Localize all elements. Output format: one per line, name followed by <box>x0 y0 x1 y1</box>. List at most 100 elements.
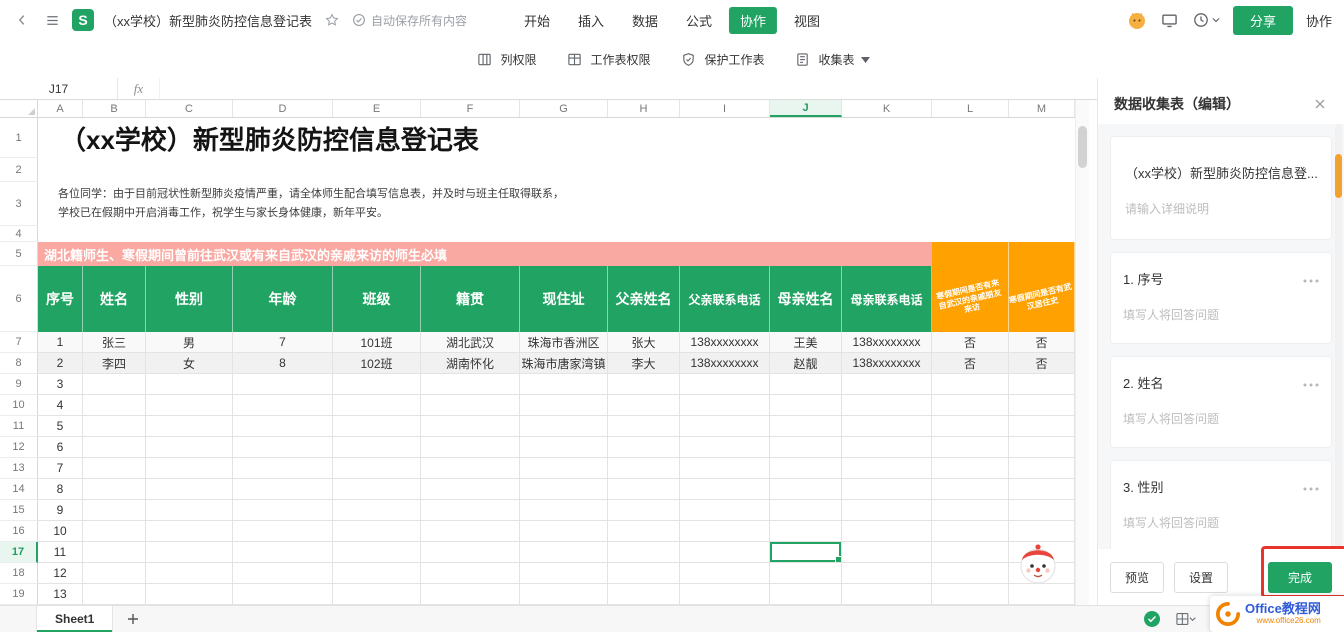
row-header-16[interactable]: 16 <box>0 521 38 542</box>
grid-cell[interactable] <box>520 395 608 416</box>
data-cell[interactable]: 1 <box>38 332 83 353</box>
grid-cell[interactable] <box>842 542 932 563</box>
data-cell[interactable]: 138xxxxxxxx <box>842 353 932 374</box>
data-cell[interactable]: 湖北武汉 <box>421 332 520 353</box>
grid-cell[interactable] <box>333 584 421 605</box>
column-header-J[interactable]: J <box>770 100 842 117</box>
grid-cell[interactable] <box>146 437 233 458</box>
grid-cell[interactable] <box>608 416 680 437</box>
menu-item-view[interactable]: 视图 <box>783 7 831 34</box>
more-options-icon[interactable] <box>1303 270 1319 288</box>
grid-cell[interactable] <box>520 542 608 563</box>
question-placeholder[interactable]: 填写人将回答问题 <box>1123 410 1319 427</box>
grid-cell[interactable] <box>770 500 842 521</box>
grid-cell[interactable] <box>1009 437 1075 458</box>
grid-cell[interactable] <box>333 416 421 437</box>
column-header-K[interactable]: K <box>842 100 932 117</box>
grid-cell[interactable]: 11 <box>38 542 83 563</box>
grid-cell[interactable] <box>233 416 333 437</box>
grid-cell[interactable] <box>1009 500 1075 521</box>
grid-cell[interactable] <box>608 458 680 479</box>
grid-cell[interactable] <box>421 458 520 479</box>
question-card[interactable]: 1. 序号填写人将回答问题 <box>1110 252 1332 344</box>
row-header-8[interactable]: 8 <box>0 353 38 374</box>
grid-cell[interactable] <box>333 563 421 584</box>
grid-cell[interactable] <box>83 479 146 500</box>
grid-cell[interactable]: 9 <box>38 500 83 521</box>
grid-cell[interactable] <box>520 479 608 500</box>
grid-cell[interactable] <box>83 437 146 458</box>
row-header-17[interactable]: 17 <box>0 542 38 563</box>
row-header-13[interactable]: 13 <box>0 458 38 479</box>
column-header-A[interactable]: A <box>38 100 83 117</box>
column-title-cell[interactable]: 母亲联系电话 <box>842 266 932 332</box>
grid-cell[interactable] <box>333 542 421 563</box>
grid-cell[interactable] <box>421 563 520 584</box>
column-header-G[interactable]: G <box>520 100 608 117</box>
grid-cell[interactable] <box>932 416 1009 437</box>
vertical-scrollbar[interactable] <box>1075 100 1089 605</box>
question-card[interactable]: 2. 姓名填写人将回答问题 <box>1110 356 1332 448</box>
spreadsheet-grid[interactable]: ABCDEFGHIJKLM 1（xx学校）新型肺炎防控信息登记表23各位同学：由… <box>0 100 1075 605</box>
data-cell[interactable]: 张三 <box>83 332 146 353</box>
close-icon[interactable] <box>1310 94 1330 114</box>
column-header-H[interactable]: H <box>608 100 680 117</box>
data-cell[interactable]: 否 <box>1009 332 1075 353</box>
grid-cell[interactable] <box>842 416 932 437</box>
grid-cell[interactable] <box>421 542 520 563</box>
grid-cell[interactable] <box>608 542 680 563</box>
column-title-cell[interactable]: 年龄 <box>233 266 333 332</box>
row-header-10[interactable]: 10 <box>0 395 38 416</box>
grid-cell[interactable] <box>770 458 842 479</box>
wps-logo[interactable]: S <box>72 9 94 31</box>
grid-cell[interactable]: 13 <box>38 584 83 605</box>
grid-cell[interactable] <box>83 521 146 542</box>
data-cell[interactable]: 102班 <box>333 353 421 374</box>
grid-cell[interactable] <box>520 437 608 458</box>
column-title-cell[interactable]: 性别 <box>146 266 233 332</box>
grid-cell[interactable] <box>421 416 520 437</box>
view-switcher-icon[interactable] <box>1176 609 1196 629</box>
grid-cell[interactable] <box>83 542 146 563</box>
banner-cell[interactable]: 湖北籍师生、寒假期间曾前往武汉或有来自武汉的亲戚来访的师生必填 <box>38 242 932 266</box>
collaborate-button[interactable]: 协作 <box>1306 11 1332 30</box>
grid-cell[interactable] <box>770 395 842 416</box>
data-cell[interactable]: 否 <box>932 332 1009 353</box>
grid-cell[interactable] <box>1009 458 1075 479</box>
row-header-11[interactable]: 11 <box>0 416 38 437</box>
grid-cell[interactable] <box>932 542 1009 563</box>
menu-item-home[interactable]: 开始 <box>513 7 561 34</box>
more-options-icon[interactable] <box>1303 478 1319 496</box>
grid-cell[interactable] <box>680 374 770 395</box>
menu-item-insert[interactable]: 插入 <box>567 7 615 34</box>
grid-cell[interactable] <box>680 437 770 458</box>
select-all-corner[interactable] <box>0 100 38 117</box>
grid-cell[interactable] <box>233 521 333 542</box>
grid-cell[interactable] <box>842 500 932 521</box>
grid-cell[interactable] <box>770 374 842 395</box>
grid-cell[interactable] <box>770 521 842 542</box>
grid-cell[interactable] <box>842 374 932 395</box>
grid-cell[interactable] <box>770 437 842 458</box>
grid-cell[interactable] <box>680 458 770 479</box>
grid-cell[interactable]: 5 <box>38 416 83 437</box>
notice-cell[interactable]: 各位同学：由于目前冠状性新型肺炎疫情严重，请全体师生配合填写信息表，并及时与班主… <box>38 182 1075 226</box>
data-cell[interactable]: 男 <box>146 332 233 353</box>
row-header-7[interactable]: 7 <box>0 332 38 353</box>
grid-cell[interactable] <box>421 395 520 416</box>
grid-cell[interactable] <box>1009 479 1075 500</box>
grid-cell[interactable] <box>83 563 146 584</box>
question-placeholder[interactable]: 填写人将回答问题 <box>1123 514 1319 531</box>
column-header-E[interactable]: E <box>333 100 421 117</box>
grid-cell[interactable] <box>770 563 842 584</box>
question-card[interactable]: 3. 性别填写人将回答问题 <box>1110 460 1332 549</box>
grid-cell[interactable] <box>83 584 146 605</box>
row-header-9[interactable]: 9 <box>0 374 38 395</box>
orange-header-cell[interactable]: 寒假期间是否有来自武汉的亲戚朋友来访 <box>932 266 1009 332</box>
data-cell[interactable]: 李大 <box>608 353 680 374</box>
menu-item-data[interactable]: 数据 <box>621 7 669 34</box>
grid-cell[interactable] <box>608 395 680 416</box>
panel-scrollbar[interactable] <box>1335 124 1342 549</box>
grid-cell[interactable] <box>680 500 770 521</box>
grid-cell[interactable] <box>233 437 333 458</box>
